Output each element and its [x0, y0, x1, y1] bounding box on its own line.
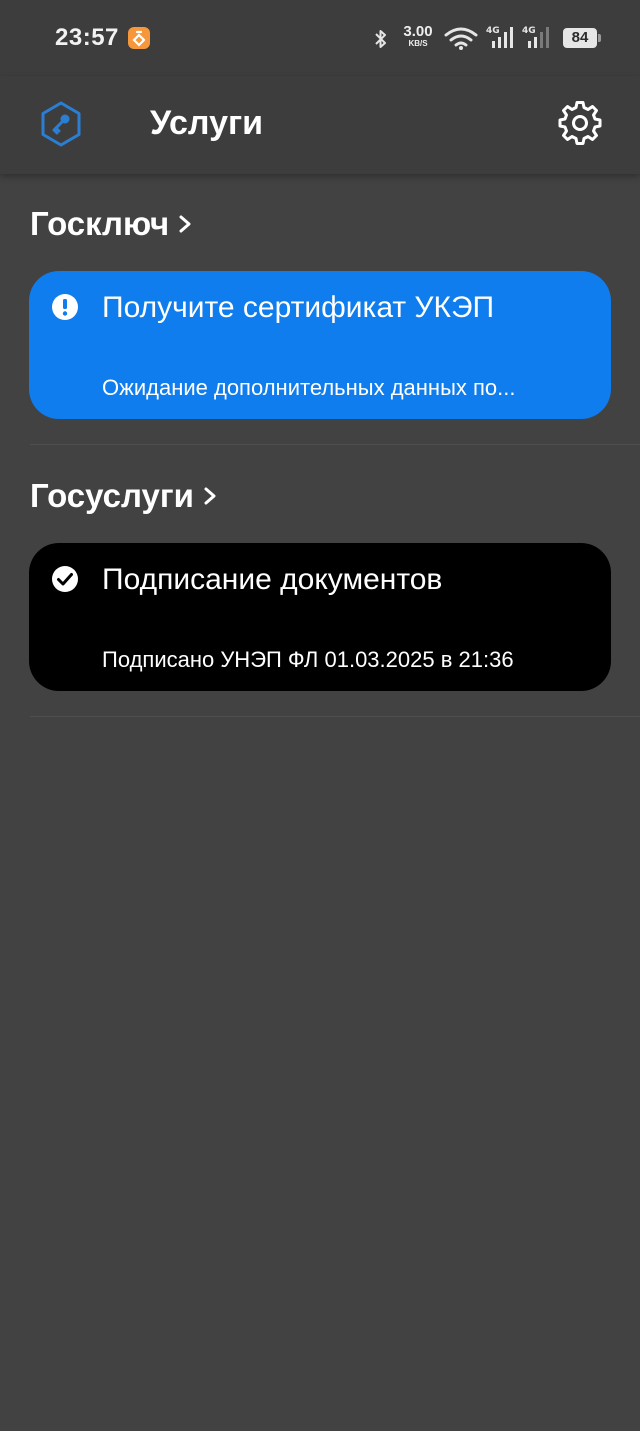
app-bar: Услуги	[0, 76, 640, 174]
card-subtitle: Ожидание дополнительных данных по...	[102, 375, 516, 400]
key-shield-icon[interactable]	[38, 101, 84, 147]
status-bar: 23:57 3.00 KB/S 4G 4G 84	[0, 0, 640, 76]
section-title: Госуслуги	[30, 477, 194, 514]
svg-text:4G: 4G	[522, 26, 536, 36]
page-title: Услуги	[150, 104, 264, 142]
network-speed-unit: KB/S	[408, 39, 428, 48]
card-document-signing[interactable]: Подписание документов Подписано УНЭП ФЛ …	[29, 543, 611, 691]
battery-tip	[598, 34, 601, 42]
chevron-right-icon	[204, 487, 216, 505]
exclamation-circle-icon	[52, 294, 78, 320]
card-subtitle: Подписано УНЭП ФЛ 01.03.2025 в 21:36	[102, 647, 514, 672]
divider	[30, 716, 640, 717]
divider	[30, 444, 640, 445]
signal-4g-icon: 4G	[486, 26, 513, 48]
section-header-gosuslugi[interactable]: Госуслуги	[30, 474, 218, 518]
signal-4g-icon: 4G	[522, 26, 549, 48]
gear-icon[interactable]	[558, 101, 602, 145]
section-title: Госключ	[30, 205, 170, 242]
network-speed: 3.00 KB/S	[398, 24, 438, 48]
status-time: 23:57	[55, 24, 119, 51]
check-circle-icon	[52, 566, 78, 592]
network-speed-value: 3.00	[403, 23, 433, 40]
card-title: Подписание документов	[102, 563, 443, 596]
card-title: Получите сертификат УКЭП	[102, 291, 495, 324]
section-header-goskluch[interactable]: Госключ	[30, 202, 193, 246]
svg-text:4G: 4G	[486, 26, 500, 36]
notification-app-icon	[128, 27, 150, 49]
bluetooth-icon	[375, 30, 386, 48]
card-ukep-certificate[interactable]: Получите сертификат УКЭП Ожидание дополн…	[29, 271, 611, 419]
chevron-right-icon	[179, 215, 191, 233]
battery-indicator: 84	[563, 28, 597, 48]
wifi-icon	[444, 27, 478, 50]
